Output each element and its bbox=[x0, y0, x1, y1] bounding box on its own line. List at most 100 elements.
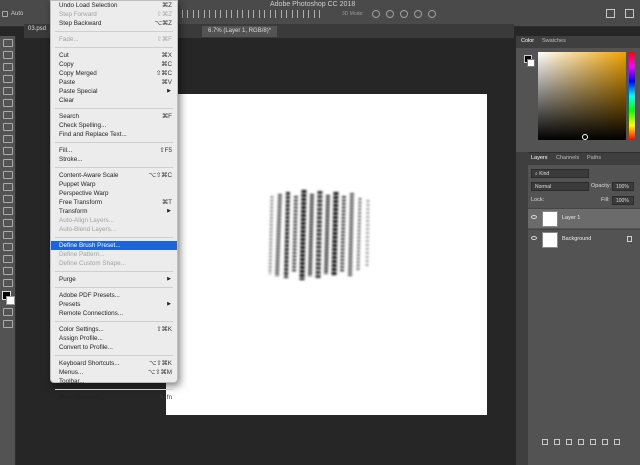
tab-layers[interactable]: Layers bbox=[531, 155, 548, 161]
auto-select-checkbox[interactable] bbox=[2, 11, 8, 17]
distribute-right-icon[interactable] bbox=[303, 10, 309, 18]
menu-item[interactable]: Paste Special ▶ bbox=[51, 87, 177, 96]
menu-item[interactable]: Clear bbox=[51, 96, 177, 105]
menu-item[interactable]: Free Transform ⌘T bbox=[51, 198, 177, 207]
history-brush-tool-icon[interactable] bbox=[2, 147, 13, 155]
link-layers-icon[interactable] bbox=[542, 439, 548, 445]
slide-3d-icon[interactable] bbox=[414, 10, 422, 18]
visibility-eye-icon[interactable] bbox=[531, 215, 537, 219]
quick-mask-icon[interactable] bbox=[2, 308, 13, 316]
distribute-bottom-icon[interactable] bbox=[270, 10, 276, 18]
align-right-icon[interactable] bbox=[204, 10, 210, 18]
pan-3d-icon[interactable] bbox=[400, 10, 408, 18]
eraser-tool-icon[interactable] bbox=[2, 159, 13, 167]
layer-row-layer-1[interactable]: Layer 1 bbox=[528, 208, 640, 228]
brush-tool-icon[interactable] bbox=[2, 123, 13, 131]
tab-paths[interactable]: Paths bbox=[587, 155, 601, 161]
healing-brush-tool-icon[interactable] bbox=[2, 111, 13, 119]
crop-tool-icon[interactable] bbox=[2, 87, 13, 95]
new-layer-icon[interactable] bbox=[602, 439, 608, 445]
menu-item[interactable]: Adobe PDF Presets... bbox=[51, 291, 177, 300]
color-panel-background[interactable] bbox=[527, 59, 535, 67]
pen-tool-icon[interactable] bbox=[2, 207, 13, 215]
layer-filter-kind[interactable]: ⌕ Kind bbox=[531, 169, 589, 178]
workspace-icon[interactable] bbox=[625, 9, 634, 18]
align-top-icon[interactable] bbox=[215, 10, 221, 18]
orbit-3d-icon[interactable] bbox=[372, 10, 380, 18]
menu-item[interactable]: Stroke... bbox=[51, 155, 177, 164]
lasso-tool-icon[interactable] bbox=[2, 63, 13, 71]
menu-item[interactable]: Content-Aware Scale ⌥⇧⌘C bbox=[51, 171, 177, 180]
rectangle-tool-icon[interactable] bbox=[2, 243, 13, 251]
document-tab-active[interactable]: 6.7% (Layer 1, RGB/8)* bbox=[202, 26, 278, 37]
menu-item[interactable]: Presets ▶ bbox=[51, 300, 177, 309]
adjustment-layer-icon[interactable] bbox=[578, 439, 584, 445]
menu-item[interactable]: Remote Connections... bbox=[51, 309, 177, 318]
layer-mask-icon[interactable] bbox=[566, 439, 572, 445]
menu-item[interactable]: Cut ⌘X bbox=[51, 51, 177, 60]
quick-select-tool-icon[interactable] bbox=[2, 75, 13, 83]
search-icon[interactable] bbox=[606, 9, 615, 18]
distribute-top-icon[interactable] bbox=[248, 10, 254, 18]
scale-3d-icon[interactable] bbox=[428, 10, 436, 18]
distribute-center-icon[interactable] bbox=[292, 10, 298, 18]
clone-stamp-tool-icon[interactable] bbox=[2, 135, 13, 143]
delete-layer-icon[interactable] bbox=[614, 439, 620, 445]
align-middle-icon[interactable] bbox=[226, 10, 232, 18]
more-tools-icon[interactable] bbox=[2, 279, 13, 287]
menu-item[interactable]: Convert to Profile... bbox=[51, 343, 177, 352]
align-left-icon[interactable] bbox=[182, 10, 188, 18]
gradient-tool-icon[interactable] bbox=[2, 171, 13, 179]
marquee-tool-icon[interactable] bbox=[2, 51, 13, 59]
auto-select-option[interactable]: Auto bbox=[2, 11, 23, 17]
color-swatches[interactable] bbox=[1, 291, 15, 305]
document-tab-1[interactable]: 03.psd bbox=[28, 26, 46, 32]
tab-color[interactable]: Color bbox=[521, 38, 534, 44]
menu-item[interactable]: Puppet Warp bbox=[51, 180, 177, 189]
menu-item[interactable]: Color Settings... ⇧⌘K bbox=[51, 325, 177, 334]
menu-item[interactable]: Fill... ⇧F5 bbox=[51, 146, 177, 155]
screen-mode-icon[interactable] bbox=[2, 320, 13, 328]
auto-align-icon[interactable] bbox=[314, 10, 320, 18]
menu-item[interactable]: Check Spelling... bbox=[51, 121, 177, 130]
hand-tool-icon[interactable] bbox=[2, 255, 13, 263]
eyedropper-tool-icon[interactable] bbox=[2, 99, 13, 107]
color-picker-marker[interactable] bbox=[582, 134, 588, 140]
type-tool-icon[interactable] bbox=[2, 219, 13, 227]
zoom-tool-icon[interactable] bbox=[2, 267, 13, 275]
distribute-middle-icon[interactable] bbox=[259, 10, 265, 18]
menu-item[interactable]: Start Dictation... fn fn bbox=[51, 393, 177, 402]
layer-style-icon[interactable] bbox=[554, 439, 560, 445]
menu-item[interactable]: Search ⌘F bbox=[51, 112, 177, 121]
menu-item[interactable]: Toolbar... bbox=[51, 377, 177, 386]
blend-mode-select[interactable]: Normal bbox=[531, 182, 589, 191]
dodge-tool-icon[interactable] bbox=[2, 195, 13, 203]
menu-item[interactable]: Define Brush Preset... bbox=[51, 241, 177, 250]
menu-item[interactable]: Perspective Warp bbox=[51, 189, 177, 198]
menu-item[interactable]: Menus... ⌥⇧⌘M bbox=[51, 368, 177, 377]
visibility-eye-icon[interactable] bbox=[531, 236, 537, 240]
menu-item[interactable]: Step Backward ⌥⌘Z bbox=[51, 19, 177, 28]
menu-item[interactable]: Purge ▶ bbox=[51, 275, 177, 284]
tab-swatches[interactable]: Swatches bbox=[542, 38, 566, 44]
new-group-icon[interactable] bbox=[590, 439, 596, 445]
distribute-left-icon[interactable] bbox=[281, 10, 287, 18]
move-tool-icon[interactable] bbox=[2, 39, 13, 47]
menu-item[interactable]: Undo Load Selection ⌘Z bbox=[51, 1, 177, 10]
menu-item[interactable]: Assign Profile... bbox=[51, 334, 177, 343]
document-canvas[interactable] bbox=[166, 94, 487, 415]
menu-item[interactable]: Paste ⌘V bbox=[51, 78, 177, 87]
opacity-input[interactable]: 100% bbox=[612, 182, 634, 191]
align-center-icon[interactable] bbox=[193, 10, 199, 18]
layer-row-background[interactable]: Background bbox=[528, 229, 640, 249]
tab-channels[interactable]: Channels bbox=[556, 155, 579, 161]
fill-input[interactable]: 100% bbox=[612, 196, 634, 205]
menu-item[interactable]: Find and Replace Text... bbox=[51, 130, 177, 139]
roll-3d-icon[interactable] bbox=[386, 10, 394, 18]
align-bottom-icon[interactable] bbox=[237, 10, 243, 18]
menu-item[interactable]: Copy Merged ⇧⌘C bbox=[51, 69, 177, 78]
color-picker-field[interactable] bbox=[538, 52, 626, 140]
background-color-swatch[interactable] bbox=[5, 296, 15, 305]
menu-item[interactable]: Transform ▶ bbox=[51, 207, 177, 216]
hue-slider[interactable] bbox=[629, 52, 635, 140]
